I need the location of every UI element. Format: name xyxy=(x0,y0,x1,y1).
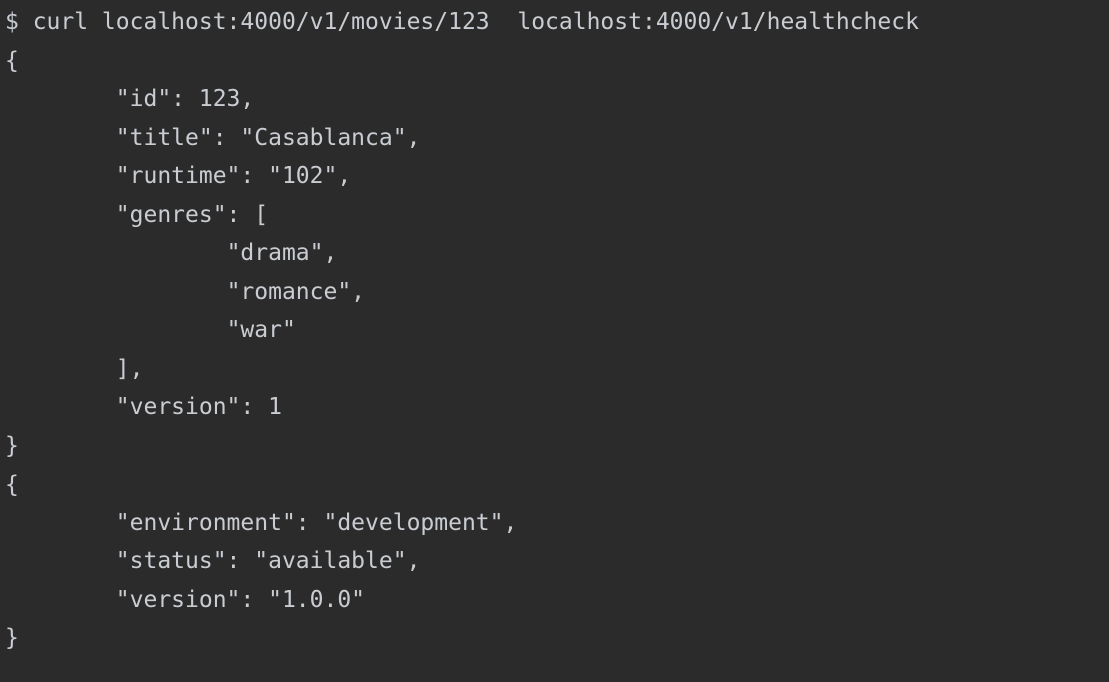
json-genres-close: ], xyxy=(5,356,144,382)
json-title-line: "title": "Casablanca", xyxy=(5,125,421,151)
json-close-brace-2: } xyxy=(5,625,19,651)
json-id-line: "id": 123, xyxy=(5,86,255,112)
terminal-output[interactable]: $ curl localhost:4000/v1/movies/123 loca… xyxy=(0,0,1109,682)
json-version-line: "version": 1 xyxy=(5,394,282,420)
json-genre-drama: "drama", xyxy=(5,240,338,266)
json-open-brace-2: { xyxy=(5,472,19,498)
json-genres-line: "genres": [ xyxy=(5,202,269,228)
json-open-brace: { xyxy=(5,48,19,74)
json-close-brace: } xyxy=(5,433,19,459)
command-line: $ curl localhost:4000/v1/movies/123 loca… xyxy=(5,9,919,35)
json-version-line-2: "version": "1.0.0" xyxy=(5,587,366,613)
json-genre-war: "war" xyxy=(5,317,296,343)
json-genre-romance: "romance", xyxy=(5,279,366,305)
json-status-line: "status": "available", xyxy=(5,548,421,574)
json-environment-line: "environment": "development", xyxy=(5,510,518,536)
json-runtime-line: "runtime": "102", xyxy=(5,163,352,189)
